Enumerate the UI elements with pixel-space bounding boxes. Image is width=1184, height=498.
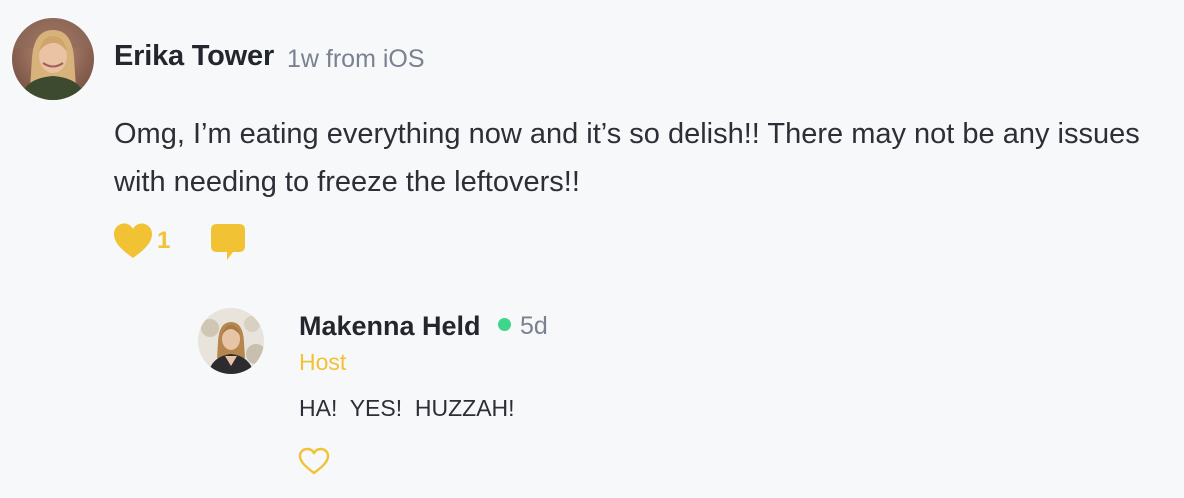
online-status-indicator [498,318,511,331]
heart-filled-icon [114,223,152,258]
like-count: 1 [157,227,171,254]
post-comment-button[interactable] [209,222,249,264]
reply-author-name[interactable]: Makenna Held [299,311,481,342]
reply-author-avatar[interactable] [198,308,264,374]
reply-author-role-badge: Host [299,349,347,375]
post-text: Omg, I’m eating everything now and it’s … [114,118,1140,198]
reply-like-button[interactable] [298,447,332,477]
post-author-avatar[interactable] [12,18,94,100]
heart-outline-icon [298,447,330,475]
reply-time: 5d [520,312,548,340]
post-like-button[interactable]: 1 [112,222,182,260]
post-author-name[interactable]: Erika Tower [114,40,274,73]
comment-bubble-icon [211,224,245,260]
post-meta: 1w from iOS [287,45,425,73]
reply-text: HA! YES! HUZZAH! [299,395,515,421]
